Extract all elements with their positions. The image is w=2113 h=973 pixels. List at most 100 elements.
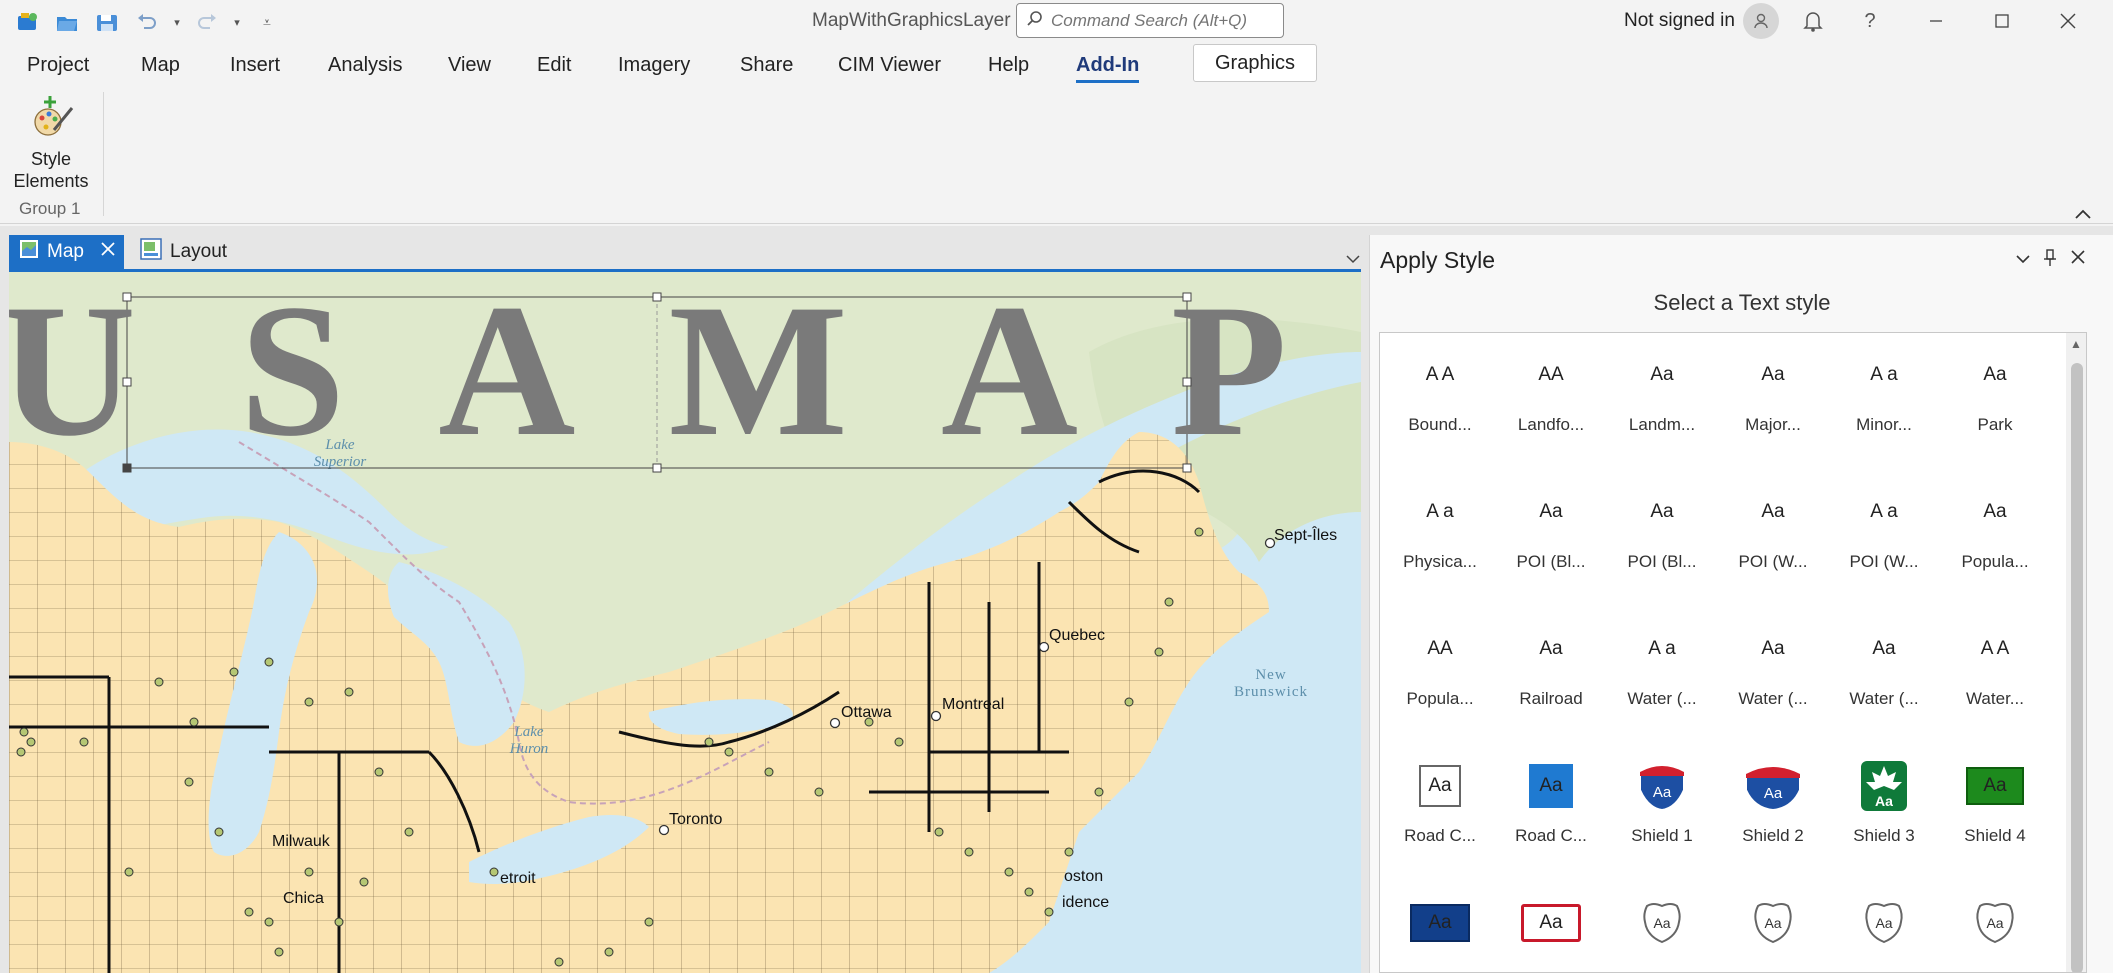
text-style-name: Road C... [1515,826,1587,845]
layout-view-icon [140,238,162,266]
text-style-item[interactable]: Aa [1943,893,2047,972]
redo-icon[interactable] [190,8,224,36]
minimize-icon[interactable] [1918,6,1954,36]
text-style-item[interactable]: Aa Road C... [1388,756,1492,876]
tab-graphics[interactable]: Graphics [1193,44,1317,82]
text-style-name: Water (... [1849,689,1919,708]
svg-text:Aa: Aa [1653,784,1672,801]
text-style-name: Shield 2 [1742,826,1804,845]
text-style-item[interactable]: A A Water... [1943,619,2047,739]
usa-map-text[interactable]: U S A M A P [9,272,1315,476]
ribbon-group-label: Group 1 [19,199,81,218]
help-icon[interactable]: ? [1852,6,1888,36]
text-style-name: Physica... [1403,552,1477,571]
tab-help[interactable]: Help [988,54,1029,77]
text-style-item[interactable]: A a POI (W... [1832,482,1936,602]
text-style-item[interactable]: AA Popula... [1388,619,1492,739]
tab-analysis[interactable]: Analysis [328,54,402,77]
document-tabs: Map Layout [9,235,1361,269]
tab-imagery[interactable]: Imagery [618,54,690,77]
tabs-dropdown-icon[interactable] [1346,251,1360,269]
pin-icon[interactable] [2039,249,2061,272]
text-style-item[interactable]: A a Physica... [1388,482,1492,602]
text-style-item[interactable]: AA Landfo... [1499,345,1603,465]
text-style-item[interactable]: Aa Road C... [1499,756,1603,876]
text-style-name: Major... [1745,415,1801,434]
svg-text:Aa: Aa [1653,915,1670,931]
text-style-item[interactable]: A A Bound... [1388,345,1492,465]
text-style-item[interactable]: Aa Park [1943,345,2047,465]
text-style-item[interactable]: Aa [1388,893,1492,972]
text-style-item[interactable]: Aa Railroad [1499,619,1603,739]
collapse-ribbon-icon[interactable] [2074,204,2092,225]
save-project-icon[interactable] [90,8,124,36]
close-icon[interactable] [2050,6,2086,36]
text-style-item[interactable]: Aa Shield 4 [1943,756,2047,876]
text-style-preview: Aa [1501,756,1601,816]
style-elements-label: Style Elements [13,148,88,192]
text-style-item[interactable]: Aa [1499,893,1603,972]
tab-share[interactable]: Share [740,54,793,77]
tab-view[interactable]: View [448,54,491,77]
text-style-item[interactable]: Aa POI (W... [1721,482,1825,602]
text-style-item[interactable]: Aa Water (... [1721,619,1825,739]
close-pane-icon[interactable] [2067,249,2089,270]
pane-subtitle: Select a Text style [1653,290,1831,315]
tab-insert[interactable]: Insert [230,54,280,77]
tab-add-in[interactable]: Add-In [1076,54,1140,83]
text-style-preview: Aa [1761,364,1785,385]
label-chicago: Chica [283,890,324,907]
notifications-icon[interactable] [1795,6,1831,36]
maximize-icon[interactable] [1984,6,2020,36]
style-elements-button[interactable]: Style Elements [10,92,92,192]
tab-map-view[interactable]: Map [9,235,124,269]
text-style-item[interactable]: A a Minor... [1832,345,1936,465]
tab-project[interactable]: Project [27,54,89,77]
undo-icon[interactable] [130,8,164,36]
text-style-item[interactable]: Aa Shield 2 [1721,756,1825,876]
text-style-item[interactable]: Aa Shield 1 [1610,756,1714,876]
text-style-preview: A A [1980,638,2010,659]
tab-layout-view[interactable]: Layout [130,235,245,269]
scroll-up-icon[interactable]: ▲ [2070,337,2082,351]
undo-dropdown-icon[interactable]: ▾ [170,8,184,36]
text-style-item[interactable]: Aa Major... [1721,345,1825,465]
map-canvas[interactable]: Lake Superior Lake Huron New Brunswick S… [9,272,1361,973]
text-style-item[interactable]: A a Water (... [1610,619,1714,739]
text-style-preview: Aa [1983,501,2007,522]
text-style-item[interactable]: Aa [1721,893,1825,972]
scroll-thumb[interactable] [2071,363,2083,972]
user-avatar-icon[interactable] [1743,3,1779,39]
tab-map[interactable]: Map [141,54,180,77]
text-style-name: Water... [1966,689,2024,708]
text-style-name: Road C... [1404,826,1476,845]
open-project-icon[interactable] [50,8,84,36]
text-style-name: Minor... [1856,415,1912,434]
text-style-item[interactable]: Aa Shield 3 [1832,756,1936,876]
command-search-input[interactable] [1051,10,1271,31]
view-area: Map Layout Lake Superior Lake Huron New … [0,226,2113,973]
label-sept-iles: Sept-Îles [1274,525,1337,544]
tab-edit[interactable]: Edit [537,54,571,77]
redo-dropdown-icon[interactable]: ▾ [230,8,244,36]
map-svg[interactable]: Lake Superior Lake Huron New Brunswick S… [9,272,1361,973]
selected-text-graphic[interactable]: U S A M A P [9,272,1315,476]
text-style-preview: Aa [1834,893,1934,953]
text-style-item[interactable]: Aa Water (... [1832,619,1936,739]
command-search-box[interactable] [1016,3,1284,38]
tab-cim-viewer[interactable]: CIM Viewer [838,54,941,77]
text-style-item[interactable]: Aa Popula... [1943,482,2047,602]
text-style-preview: Aa [1501,893,1601,953]
text-style-item[interactable]: Aa POI (Bl... [1610,482,1714,602]
text-style-item[interactable]: Aa [1610,893,1714,972]
close-map-tab-icon[interactable] [100,241,116,263]
text-style-preview: Aa [1723,756,1823,816]
gallery-scrollbar[interactable]: ▲ [2066,333,2086,972]
text-style-item[interactable]: Aa POI (Bl... [1499,482,1603,602]
new-project-icon[interactable] [10,8,44,36]
pane-options-icon[interactable] [2012,249,2034,269]
text-style-item[interactable]: Aa Landm... [1610,345,1714,465]
customize-qat-icon[interactable]: ⩡ [250,8,284,36]
text-style-item[interactable]: Aa [1832,893,1936,972]
sign-in-status[interactable]: Not signed in [1624,10,1735,32]
